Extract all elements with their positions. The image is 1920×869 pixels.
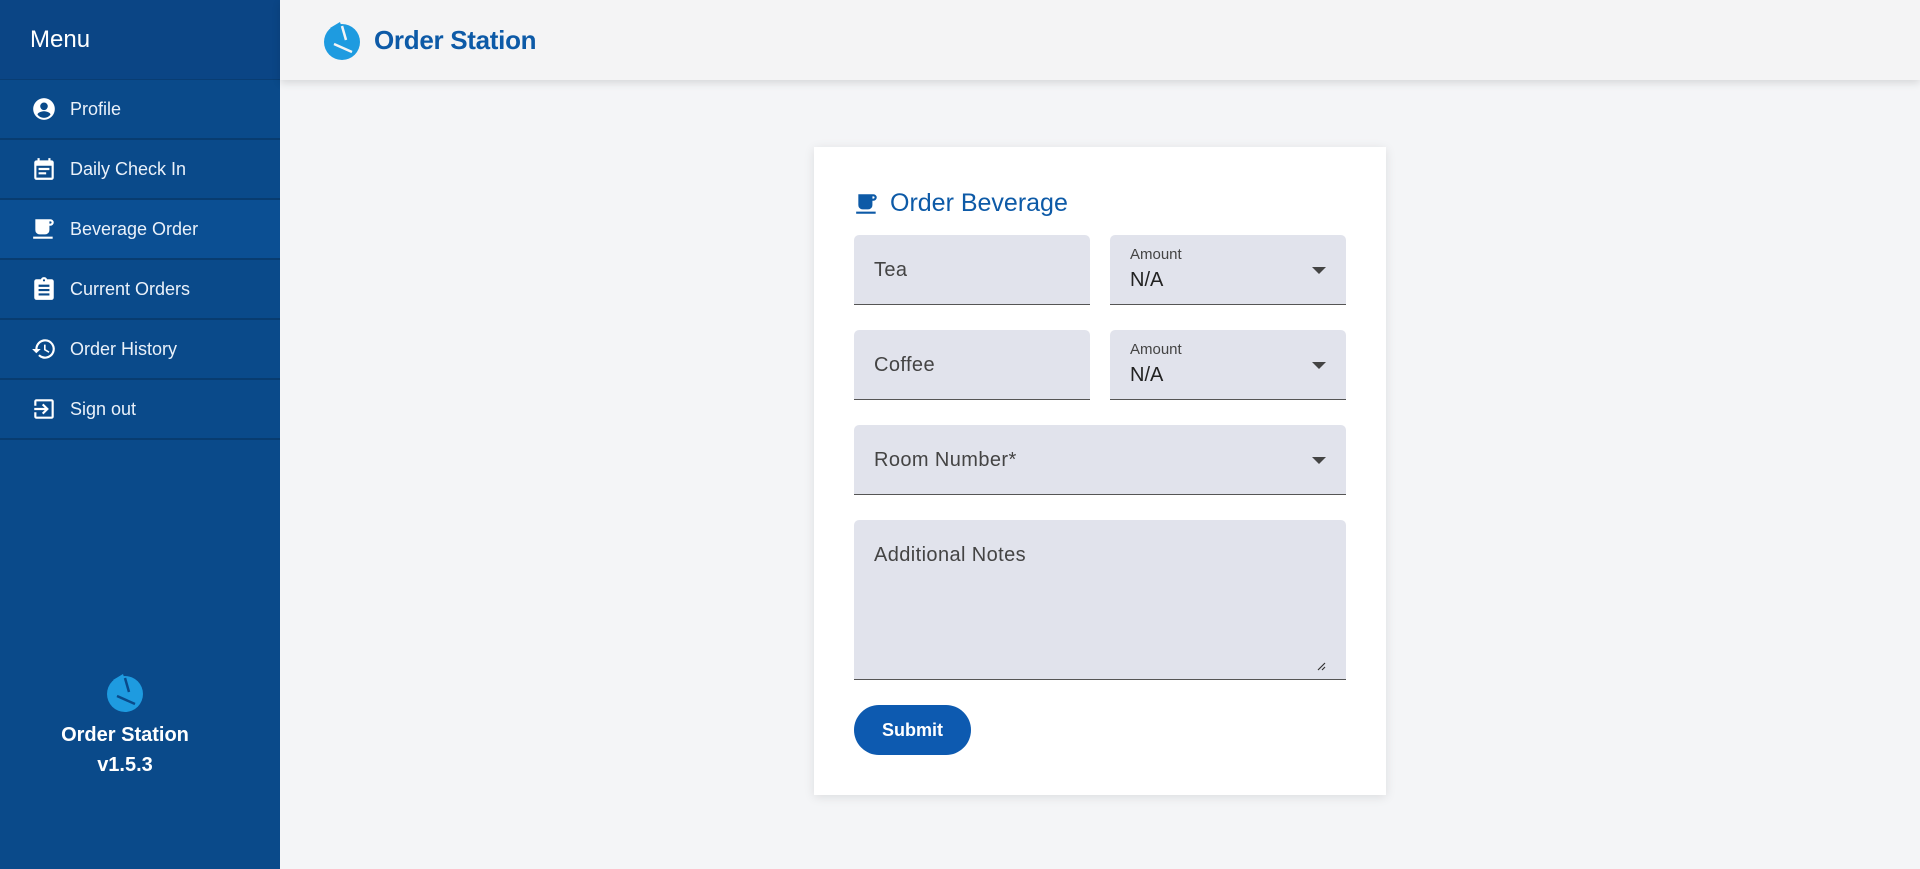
sidebar-item-daily-check-in[interactable]: Daily Check In	[0, 140, 280, 200]
calendar-icon	[30, 155, 58, 183]
chevron-down-icon	[1312, 361, 1326, 369]
order-beverage-card: Order Beverage Tea Amount N/A Coffee Amo…	[814, 147, 1386, 795]
room-number-select[interactable]: Room Number*	[854, 425, 1346, 495]
tea-amount-label: Amount	[1130, 246, 1182, 263]
resize-handle-icon[interactable]	[1314, 659, 1326, 671]
sidebar-item-label: Current Orders	[70, 278, 191, 299]
sidebar-item-label: Sign out	[70, 398, 137, 419]
clipboard-icon	[30, 275, 58, 303]
sidebar-footer: Order Station v1.5.3	[0, 670, 250, 780]
order-station-logo-icon	[107, 674, 143, 712]
coffee-cup-icon	[30, 215, 58, 243]
tea-amount-value: N/A	[1130, 269, 1164, 291]
coffee-input[interactable]: Coffee	[854, 330, 1090, 400]
footer-app-name: Order Station	[61, 724, 189, 746]
history-icon	[30, 335, 58, 363]
coffee-amount-label: Amount	[1130, 341, 1182, 358]
tea-amount-select[interactable]: Amount N/A	[1110, 235, 1346, 305]
room-number-placeholder: Room Number*	[874, 449, 1017, 471]
sign-out-icon	[30, 395, 58, 423]
sidebar: Menu Profile Daily Check In Beverage Ord…	[0, 0, 280, 869]
footer-version: v1.5.3	[97, 754, 153, 776]
sidebar-item-profile[interactable]: Profile	[0, 80, 280, 140]
sidebar-item-label: Profile	[70, 98, 122, 119]
additional-notes-textarea[interactable]: Additional Notes	[854, 520, 1346, 680]
card-title-text: Order Beverage	[890, 189, 1068, 217]
sidebar-item-beverage-order[interactable]: Beverage Order	[0, 200, 280, 260]
tea-input[interactable]: Tea	[854, 235, 1090, 305]
sidebar-item-order-history[interactable]: Order History	[0, 320, 280, 380]
chevron-down-icon	[1312, 266, 1326, 274]
coffee-placeholder: Coffee	[874, 354, 935, 376]
sidebar-item-sign-out[interactable]: Sign out	[0, 380, 280, 440]
card-title: Order Beverage	[854, 189, 1068, 218]
coffee-cup-icon	[856, 193, 877, 214]
sidebar-title: Menu	[0, 0, 280, 80]
submit-button[interactable]: Submit	[854, 705, 971, 755]
sidebar-item-label: Order History	[70, 338, 178, 359]
account-circle-icon	[30, 95, 58, 123]
coffee-amount-select[interactable]: Amount N/A	[1110, 330, 1346, 400]
chevron-down-icon	[1312, 456, 1326, 464]
order-station-logo-icon	[324, 22, 360, 60]
top-bar: Order Station	[280, 0, 1920, 80]
app-title: Order Station	[374, 24, 537, 55]
coffee-amount-value: N/A	[1130, 364, 1164, 386]
sidebar-item-label: Daily Check In	[70, 158, 187, 179]
tea-placeholder: Tea	[874, 259, 908, 281]
sidebar-item-label: Beverage Order	[70, 218, 199, 239]
additional-notes-placeholder: Additional Notes	[874, 544, 1027, 566]
sidebar-item-current-orders[interactable]: Current Orders	[0, 260, 280, 320]
